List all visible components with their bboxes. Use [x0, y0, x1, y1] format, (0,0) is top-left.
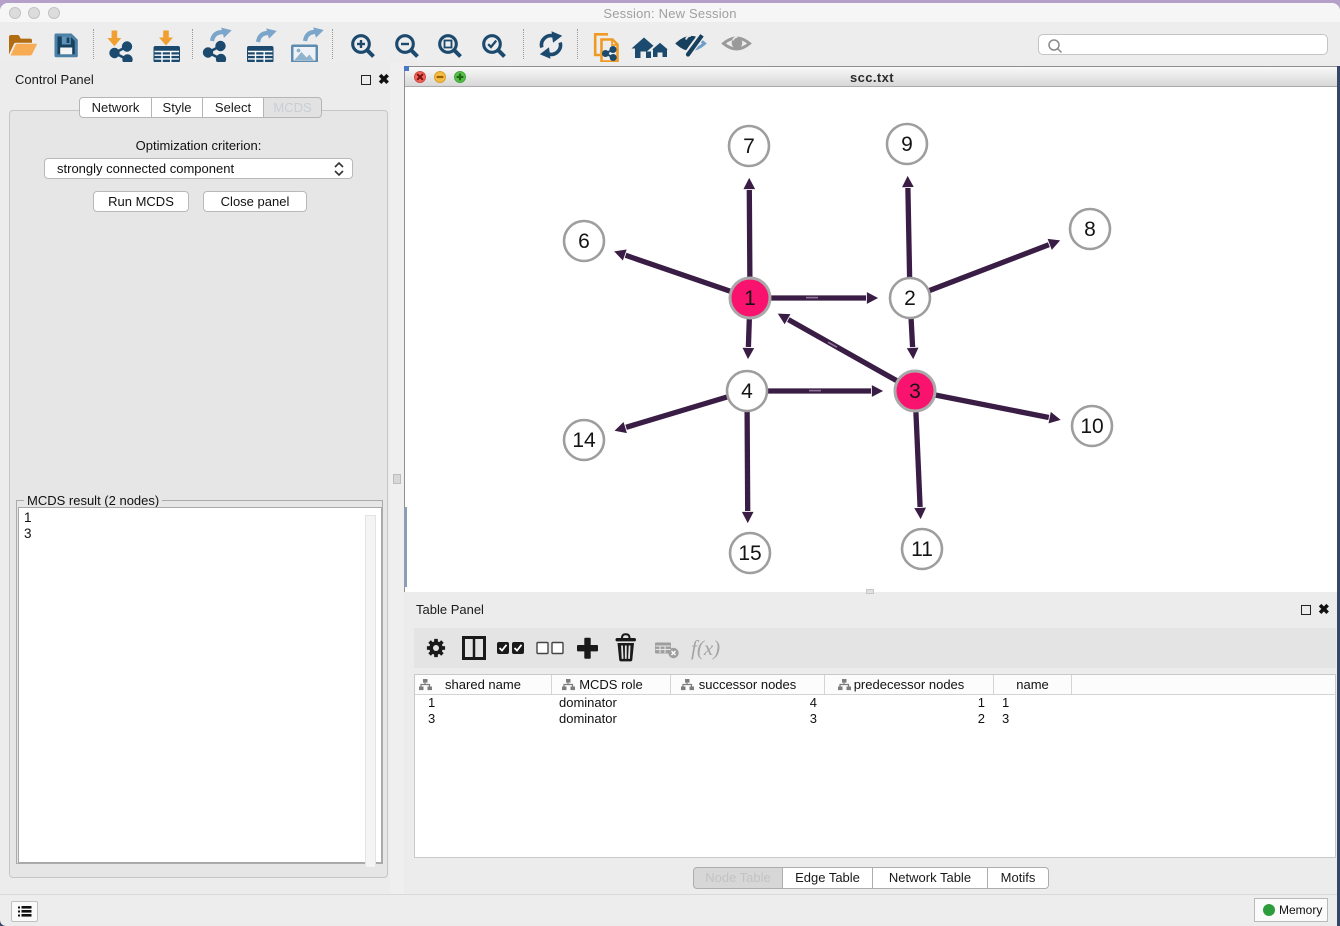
svg-text:2: 2: [904, 287, 916, 310]
svg-text:4: 4: [741, 380, 753, 403]
svg-text:6: 6: [578, 230, 590, 253]
svg-text:1: 1: [744, 287, 756, 310]
svg-text:15: 15: [738, 542, 761, 565]
svg-text:f(x): f(x): [691, 636, 720, 660]
svg-text:14: 14: [572, 429, 596, 452]
svg-text:10: 10: [1080, 415, 1103, 438]
svg-text:9: 9: [901, 133, 913, 156]
svg-text:8: 8: [1084, 218, 1096, 241]
svg-text:11: 11: [911, 538, 933, 561]
svg-text:7: 7: [743, 135, 755, 158]
svg-text:3: 3: [909, 380, 921, 403]
